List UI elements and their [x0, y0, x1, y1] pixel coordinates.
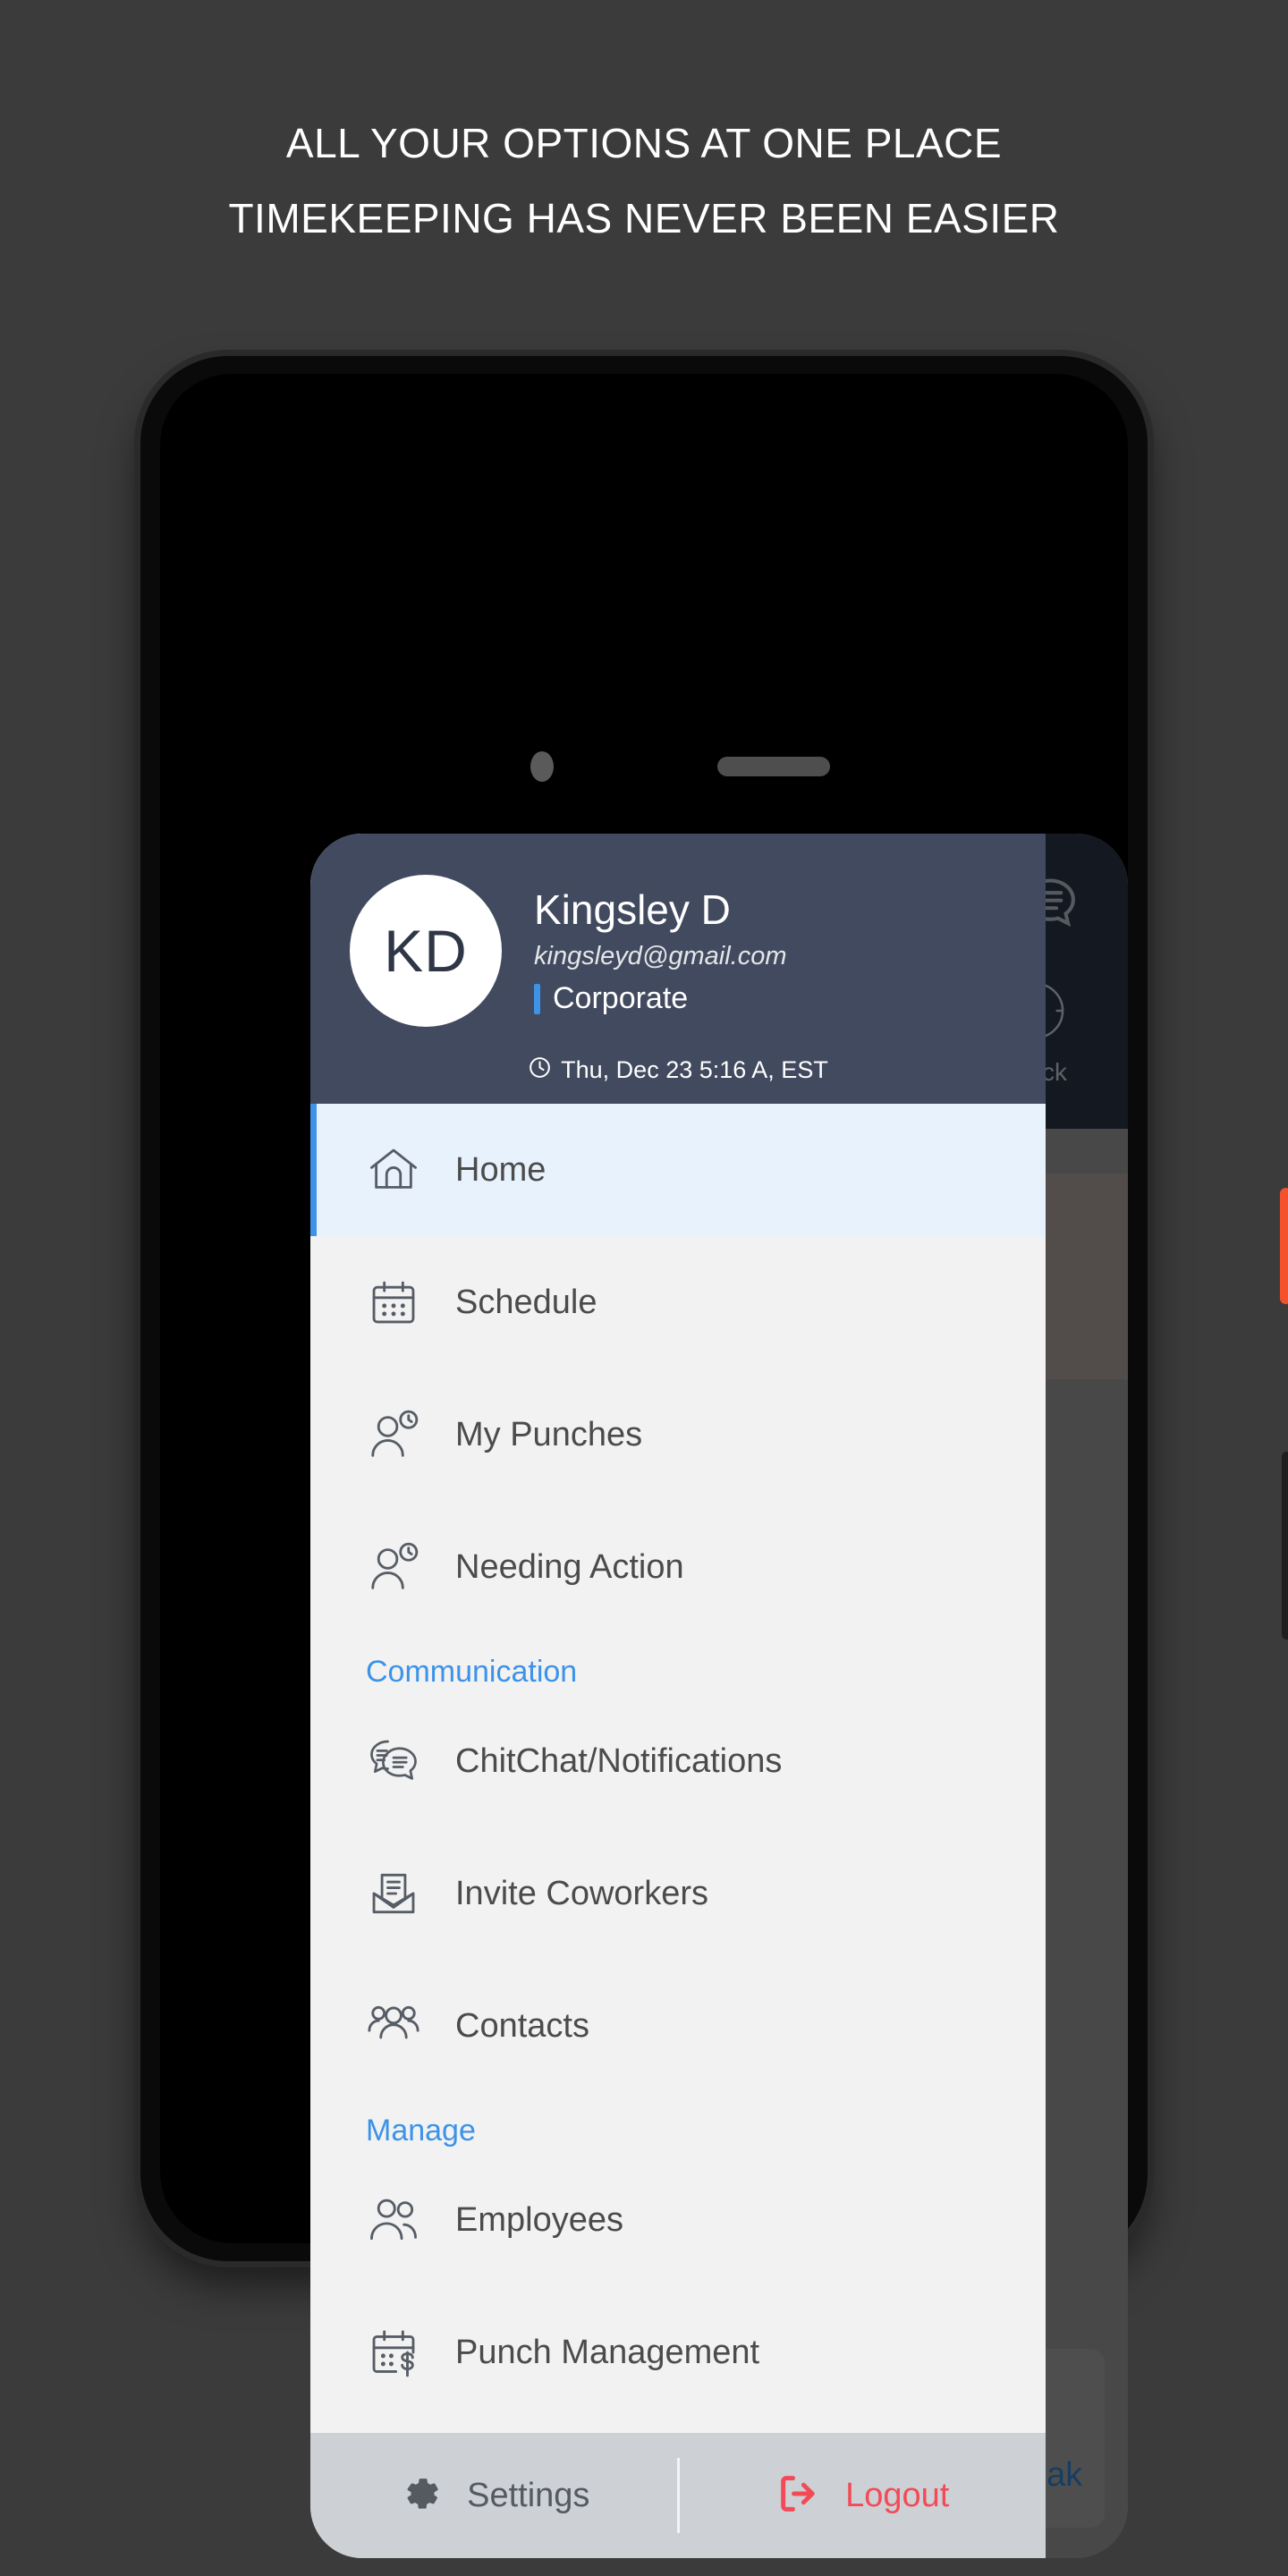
menu-item-label: Schedule [455, 1283, 597, 1321]
menu-item-label: ChitChat/Notifications [455, 1741, 783, 1780]
headline-line-1: ALL YOUR OPTIONS AT ONE PLACE [285, 120, 1003, 166]
drawer-menu-list: Home Schedule My Punches Needing Action Comm… [310, 1104, 1046, 2433]
menu-item-geo-location[interactable]: Geo Location [310, 2419, 1046, 2433]
menu-section-header: Communication [366, 1655, 578, 1689]
profile-email: kingsleyd@gmail.com [534, 942, 787, 971]
menu-item-label: Punch Management [455, 2333, 760, 2371]
side-button-volume[interactable] [1282, 1452, 1288, 1640]
person-clock-icon [366, 1407, 421, 1462]
navigation-drawer: KD Kingsley D kingsleyd@gmail.com Corpor… [310, 834, 1046, 2558]
menu-item-contacts[interactable]: Contacts [310, 1960, 1046, 2092]
calendar-dollar-icon [366, 2325, 421, 2380]
datetime-row: Thu, Dec 23 5:16 A, EST [310, 1055, 1046, 1084]
profile-name: Kingsley D [534, 886, 731, 933]
menu-item-label: My Punches [455, 1415, 643, 1453]
people-group-icon [366, 1998, 421, 2054]
logout-button-label: Logout [845, 2476, 950, 2514]
avatar[interactable]: KD [350, 875, 502, 1027]
menu-section-header: Manage [366, 2114, 476, 2148]
promo-headline: ALL YOUR OPTIONS AT ONE PLACE TIMEKEEPIN… [0, 106, 1288, 256]
drawer-profile-header: KD Kingsley D kingsleyd@gmail.com Corpor… [310, 834, 1046, 1104]
menu-item-label: Employees [455, 2200, 623, 2239]
phone-mockup: Clock › 0 On Break KD Kingsley D [140, 356, 1288, 2558]
profile-role: Corporate [553, 981, 689, 1016]
menu-item-chitchat-notifications[interactable]: ChitChat/Notifications [310, 1695, 1046, 1827]
settings-button-label: Settings [467, 2476, 590, 2514]
menu-item-label: Contacts [455, 2006, 589, 2045]
earpiece-speaker [717, 757, 830, 776]
front-camera-icon [530, 751, 554, 782]
menu-item-home[interactable]: Home [310, 1104, 1046, 1236]
chat-bubbles-icon [366, 1733, 421, 1789]
menu-item-label: Invite Coworkers [455, 1874, 708, 1912]
avatar-initials: KD [384, 918, 468, 984]
person-clock-icon [366, 1539, 421, 1595]
menu-item-my-punches[interactable]: My Punches [310, 1368, 1046, 1501]
datetime-text: Thu, Dec 23 5:16 A, EST [561, 1055, 828, 1083]
home-icon [366, 1142, 421, 1198]
menu-item-label: Home [455, 1150, 547, 1189]
profile-text: Kingsley D kingsleyd@gmail.com Corporate [534, 886, 786, 1016]
gear-icon [397, 2470, 444, 2521]
settings-button[interactable]: Settings [310, 2433, 677, 2558]
logout-button[interactable]: Logout [680, 2433, 1046, 2558]
two-people-icon [366, 2192, 421, 2248]
drawer-footer: Settings Logout [310, 2433, 1046, 2558]
profile-row[interactable]: KD Kingsley D kingsleyd@gmail.com Corpor… [310, 875, 1046, 1027]
side-button-orange[interactable] [1280, 1188, 1288, 1304]
clock-icon [528, 1055, 552, 1084]
menu-item-schedule[interactable]: Schedule [310, 1236, 1046, 1368]
envelope-letter-icon [366, 1866, 421, 1921]
menu-item-label: Needing Action [455, 1547, 684, 1586]
headline-line-2: TIMEKEEPING HAS NEVER BEEN EASIER [228, 195, 1060, 242]
logout-arrow-icon [775, 2470, 822, 2521]
menu-item-punch-management[interactable]: Punch Management [310, 2286, 1046, 2419]
phone-screen: Clock › 0 On Break KD Kingsley D [310, 834, 1128, 2558]
role-accent-bar [534, 983, 540, 1014]
profile-role-row: Corporate [534, 981, 786, 1016]
calendar-icon [366, 1275, 421, 1330]
menu-item-invite-coworkers[interactable]: Invite Coworkers [310, 1827, 1046, 1960]
menu-item-employees[interactable]: Employees [310, 2154, 1046, 2286]
menu-item-needing-action[interactable]: Needing Action [310, 1501, 1046, 1633]
